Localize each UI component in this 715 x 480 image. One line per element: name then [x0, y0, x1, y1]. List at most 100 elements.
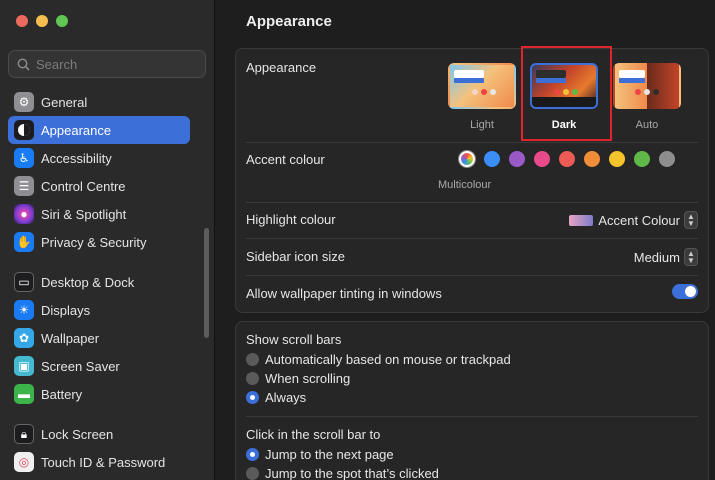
sidebar-item-label: General — [41, 94, 88, 110]
battery-icon: ▬ — [14, 384, 34, 404]
accent-multicolour-swatch[interactable] — [459, 151, 475, 167]
divider — [246, 142, 698, 143]
hand-icon: ✋ — [14, 232, 34, 252]
divider — [246, 238, 698, 239]
radio-label: Always — [265, 390, 307, 405]
radio-button[interactable] — [246, 467, 259, 480]
main-content: Appearance Appearance Light Dark Auto Ac… — [216, 0, 715, 480]
show-scroll-bars-label: Show scroll bars — [246, 332, 342, 347]
radio-label: Jump to the next page — [265, 447, 394, 462]
thumbnail-accent-bar — [454, 78, 484, 83]
sidebar-item-label: Lock Screen — [41, 426, 114, 442]
scroll-bars-panel: Show scroll bars Automatically based on … — [235, 321, 709, 480]
theme-light-thumbnail — [448, 63, 516, 109]
divider — [246, 416, 698, 417]
sidebar-item-general[interactable]: ⚙ General — [8, 88, 190, 116]
fingerprint-icon: ◎ — [14, 452, 34, 472]
lock-icon: 🔒︎ — [14, 424, 34, 444]
scroll-bars-auto-option[interactable]: Automatically based on mouse or trackpad — [246, 352, 511, 367]
accent-purple-swatch[interactable] — [509, 151, 525, 167]
sidebar-item-label: Battery — [41, 386, 83, 402]
accent-colour-swatches — [459, 151, 675, 167]
appearance-panel: Appearance Light Dark Auto Accent colour… — [235, 46, 709, 313]
sidebar-item-label: Wallpaper — [41, 330, 100, 346]
search-input[interactable] — [36, 56, 196, 72]
minimize-button[interactable] — [36, 15, 48, 27]
search-icon — [17, 58, 30, 71]
page-title: Appearance — [246, 13, 332, 30]
sidebar-separator — [8, 408, 190, 420]
thumbnail-dots — [472, 89, 496, 95]
zoom-button[interactable] — [56, 15, 68, 27]
close-button[interactable] — [16, 15, 28, 27]
sidebar-item-appearance[interactable]: Appearance — [8, 116, 190, 144]
sidebar-item-lock-screen[interactable]: 🔒︎ Lock Screen — [8, 420, 190, 448]
sidebar-item-privacy[interactable]: ✋ Privacy & Security — [8, 228, 190, 256]
accent-blue-swatch[interactable] — [484, 151, 500, 167]
theme-light-option[interactable]: Light — [446, 63, 518, 131]
wallpaper-icon: ✿ — [14, 328, 34, 348]
highlight-colour-popup[interactable]: Accent Colour ▲ ▼ — [569, 211, 698, 229]
radio-button[interactable] — [246, 448, 259, 461]
wallpaper-tinting-label: Allow wallpaper tinting in windows — [246, 286, 442, 301]
accent-green-swatch[interactable] — [634, 151, 650, 167]
theme-auto-thumbnail — [613, 63, 681, 109]
radio-label: Jump to the spot that’s clicked — [265, 466, 439, 480]
sidebar-item-siri[interactable]: ● Siri & Spotlight — [8, 200, 190, 228]
sidebar-item-accessibility[interactable]: ♿ Accessibility — [8, 144, 190, 172]
accent-red-swatch[interactable] — [559, 151, 575, 167]
sidebar-item-label: Siri & Spotlight — [41, 206, 127, 222]
thumbnail-accent-bar — [619, 78, 645, 83]
gear-icon: ⚙ — [14, 92, 34, 112]
thumbnail-window-bar — [619, 70, 645, 78]
theme-light-label: Light — [470, 119, 494, 131]
siri-icon: ● — [14, 204, 34, 224]
accent-selected-label: Multicolour — [438, 179, 492, 191]
highlight-colour-value: Accent Colour — [598, 212, 680, 228]
search-field[interactable] — [8, 50, 206, 78]
scroll-click-label: Click in the scroll bar to — [246, 427, 381, 442]
accent-colour-label: Accent colour — [246, 152, 325, 167]
sidebar-item-screen-saver[interactable]: ▣ Screen Saver — [8, 352, 190, 380]
scroll-click-next-page-option[interactable]: Jump to the next page — [246, 447, 394, 462]
appearance-icon — [14, 120, 34, 140]
sidebar-icon-size-popup[interactable]: Medium ▲ ▼ — [634, 248, 698, 266]
chevron-updown-icon: ▲ ▼ — [684, 248, 698, 266]
accent-yellow-swatch[interactable] — [609, 151, 625, 167]
sidebar-item-control-centre[interactable]: ☰ Control Centre — [8, 172, 190, 200]
sidebar-item-label: Displays — [41, 302, 91, 318]
highlight-swatch — [569, 214, 594, 226]
sidebar-item-touch-id[interactable]: ◎ Touch ID & Password — [8, 448, 190, 476]
divider — [246, 275, 698, 276]
sidebar-item-label: Touch ID & Password — [41, 454, 166, 470]
accent-orange-swatch[interactable] — [584, 151, 600, 167]
sidebar: ⚙ General Appearance ♿ Accessibility ☰ C… — [0, 0, 215, 480]
accent-pink-swatch[interactable] — [534, 151, 550, 167]
scroll-click-spot-option[interactable]: Jump to the spot that’s clicked — [246, 466, 439, 480]
sidebar-scrollbar[interactable] — [204, 228, 209, 338]
scroll-bars-always-option[interactable]: Always — [246, 390, 306, 405]
thumbnail-window-bar — [454, 70, 484, 78]
sidebar-separator — [8, 256, 190, 268]
radio-label: When scrolling — [265, 371, 351, 386]
traffic-lights — [16, 15, 68, 27]
divider — [246, 202, 698, 203]
scroll-bars-when-scrolling-option[interactable]: When scrolling — [246, 371, 350, 386]
accent-graphite-swatch[interactable] — [659, 151, 675, 167]
radio-button[interactable] — [246, 391, 259, 404]
radio-button[interactable] — [246, 372, 259, 385]
sidebar-icon-size-label: Sidebar icon size — [246, 249, 345, 264]
sidebar-item-desktop-dock[interactable]: ▭ Desktop & Dock — [8, 268, 190, 296]
sidebar-item-battery[interactable]: ▬ Battery — [8, 380, 190, 408]
radio-label: Automatically based on mouse or trackpad — [265, 352, 511, 367]
sidebar-item-label: Desktop & Dock — [41, 274, 135, 290]
sidebar-icon-size-value: Medium — [633, 249, 680, 265]
sidebar-item-label: Screen Saver — [41, 358, 120, 374]
selection-highlight-box — [521, 46, 612, 141]
radio-button[interactable] — [246, 353, 259, 366]
sidebar-item-wallpaper[interactable]: ✿ Wallpaper — [8, 324, 190, 352]
theme-auto-option[interactable]: Auto — [611, 63, 683, 131]
sidebar-item-displays[interactable]: ☀ Displays — [8, 296, 190, 324]
wallpaper-tinting-toggle[interactable] — [672, 284, 698, 299]
chevron-updown-icon: ▲ ▼ — [684, 211, 698, 229]
